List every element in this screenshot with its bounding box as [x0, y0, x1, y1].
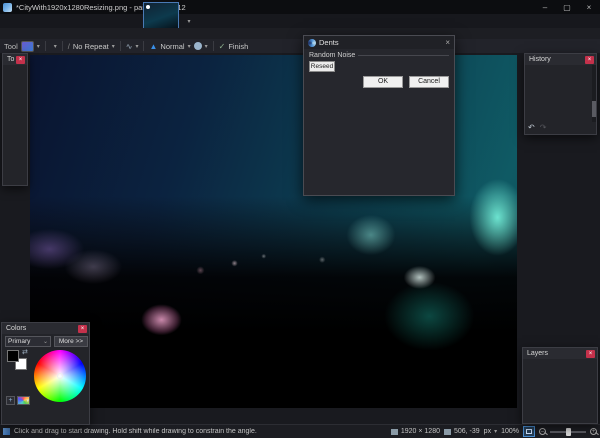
zoom-fit-button[interactable] [523, 426, 535, 437]
dents-dialog: Dents × Random Noise Reseed OK Cancel [303, 35, 455, 196]
zoom-in-button[interactable]: + [590, 428, 597, 435]
zoom-slider[interactable] [550, 427, 586, 436]
zoom-slider-thumb[interactable] [566, 427, 571, 436]
tool-label: Tool [4, 41, 18, 51]
status-bar: Click and drag to start drawing. Hold sh… [0, 424, 600, 438]
unsaved-indicator [146, 5, 150, 9]
history-scrollbar[interactable] [592, 65, 596, 122]
close-icon[interactable]: × [585, 55, 594, 64]
menu-bar [0, 14, 600, 28]
separator-icon: / [67, 41, 70, 51]
status-hint: Click and drag to start drawing. Hold sh… [14, 428, 257, 435]
gradient-channel-dropdown[interactable]: ▾ [54, 43, 57, 50]
close-button[interactable]: × [578, 0, 600, 14]
image-size-label: 1920 × 1280 [400, 428, 440, 435]
chevron-down-icon[interactable]: ▾ [37, 43, 40, 50]
zoom-percent[interactable]: 100% [501, 428, 519, 435]
main-toolbar [0, 28, 600, 39]
reseed-button[interactable]: Reseed [309, 61, 335, 72]
tools-panel-title: To [7, 56, 15, 63]
close-icon[interactable]: × [78, 324, 87, 333]
colors-panel-title: Colors [6, 325, 27, 332]
ok-button[interactable]: OK [363, 76, 403, 88]
undo-icon-button[interactable]: ↶ [528, 123, 535, 132]
dents-effect-icon [308, 38, 316, 47]
redo-icon-button[interactable]: ↷ [540, 123, 547, 132]
cancel-button[interactable]: Cancel [409, 76, 449, 88]
zoom-out-button[interactable]: – [539, 428, 546, 435]
minimize-button[interactable]: – [534, 0, 556, 14]
gradient-tool-button[interactable] [20, 40, 34, 52]
antialias-icon [193, 42, 202, 50]
app-icon [3, 2, 12, 12]
history-panel: History × ↶ ↷ [524, 53, 597, 135]
cursor-position-label: 506, -39 [453, 428, 480, 435]
swap-colors-icon[interactable]: ⇄ [22, 348, 28, 356]
dialog-title: Dents [319, 38, 339, 47]
units-dropdown[interactable]: px [484, 428, 491, 435]
more-button[interactable]: More >> [54, 336, 88, 347]
color-wheel-cursor[interactable] [57, 373, 63, 379]
layers-toolbar [523, 359, 597, 363]
cursor-position-icon [443, 428, 451, 435]
status-hint-icon [3, 428, 10, 435]
add-color-button[interactable]: + [6, 396, 15, 405]
maximize-button[interactable]: ▢ [556, 0, 578, 14]
random-noise-label: Random Noise [309, 52, 356, 59]
chevron-down-icon[interactable]: ▾ [112, 43, 115, 50]
interpolation-dropdown[interactable]: ▾ [135, 43, 138, 50]
antialias-dropdown[interactable]: ▾ [205, 43, 208, 50]
image-list-button[interactable]: ▾ [185, 18, 193, 26]
check-icon: ✓ [218, 41, 226, 51]
primary-color-swatch[interactable] [7, 350, 19, 362]
chevron-down-icon[interactable]: ▾ [494, 428, 497, 435]
close-icon[interactable]: × [586, 349, 595, 358]
layers-panel: Layers × [522, 347, 598, 424]
dialog-title-bar[interactable]: Dents × [304, 36, 454, 49]
blend-mode-icon: ▲ [149, 41, 158, 51]
repeat-mode-dropdown[interactable]: No Repeat [73, 42, 109, 51]
chevron-down-icon[interactable]: ▾ [188, 43, 191, 50]
image-size-icon [390, 428, 398, 435]
interpolation-icon: ∿ [125, 41, 133, 51]
blend-mode-dropdown[interactable]: Normal [160, 42, 184, 51]
finish-button[interactable]: Finish [228, 42, 248, 51]
paintnet-window: *CityWith1920x1280Resizing.png - paint.n… [0, 0, 600, 438]
image-tab-thumbnail[interactable] [143, 2, 179, 30]
colors-panel: Colors × Primary ⌄ More >> ⇄ + ▾ [1, 322, 90, 425]
layers-panel-title: Layers [527, 350, 549, 357]
close-icon[interactable]: × [16, 55, 25, 64]
title-bar: *CityWith1920x1280Resizing.png - paint.n… [0, 0, 600, 14]
workspace: To × History × ↶ ↷ Layers × Colors × Pri… [0, 53, 600, 425]
palette-menu-button[interactable]: ▾ [17, 396, 30, 405]
tool-options-bar: Tool ▾ ▾ / No Repeat ▾ ∿ ▾ ▲ Normal ▾ ▾ … [0, 39, 600, 53]
tools-panel: To × [2, 53, 28, 186]
color-mode-select[interactable]: Primary ⌄ [5, 336, 51, 347]
history-panel-title: History [529, 56, 551, 63]
dialog-close-icon[interactable]: × [445, 38, 450, 47]
